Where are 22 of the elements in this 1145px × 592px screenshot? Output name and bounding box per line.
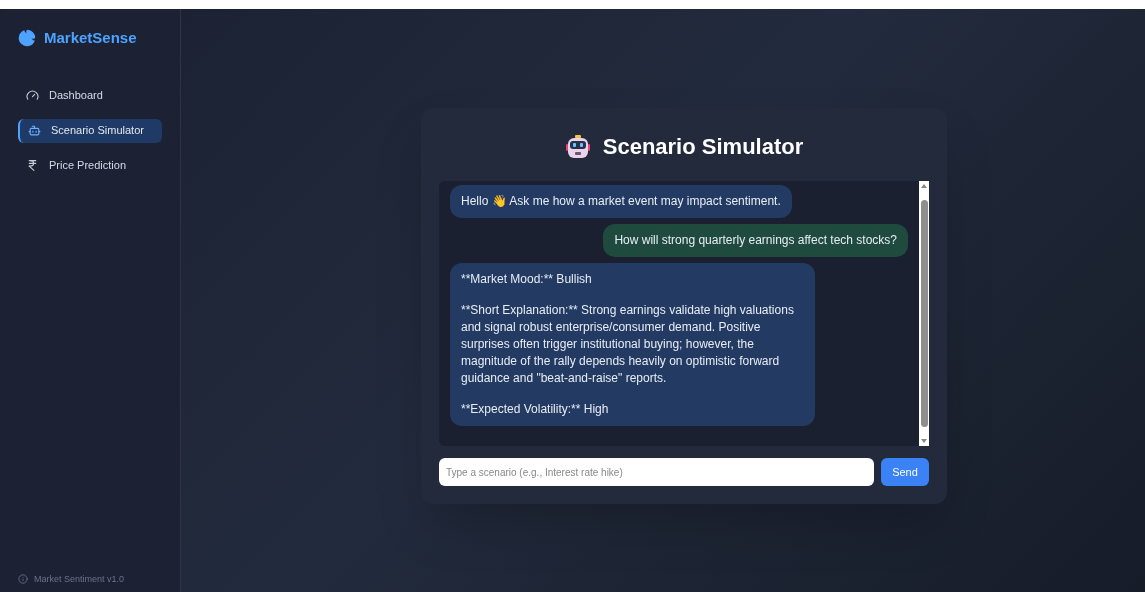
message-text: **Short Explanation:** Strong earnings validate high valuations and signal robust enterprise/consumer demand. Positive surprises often trigger institutional buying; however, the magnitude of the rally depends heavily on optimistic forward guidance and "beat-and-raise" reports. — [461, 302, 795, 387]
panel-title: Scenario Simulator — [602, 133, 804, 161]
version-label: Market Sentiment v1.0 — [34, 572, 125, 586]
message-text: Hello 👋 Ask me how a market event may impact sentiment. — [461, 193, 781, 210]
message-text: **Expected Volatility:** High — [461, 401, 610, 418]
scroll-down-icon[interactable] — [921, 439, 927, 443]
scrollbar-thumb[interactable] — [920, 200, 928, 427]
info-icon — [18, 574, 28, 585]
robot-icon — [28, 124, 41, 137]
logo-icon — [18, 29, 36, 48]
gauge-icon — [26, 89, 39, 102]
message-text: **Market Mood:** Bullish — [461, 271, 593, 288]
send-button[interactable]: Send — [881, 458, 929, 486]
nav-item[interactable]: Price Prediction — [18, 153, 162, 178]
rupee-icon — [26, 159, 39, 172]
scenario-input[interactable]: Type a scenario (e.g., Interest rate hike) — [439, 458, 874, 486]
nav-item[interactable]: Scenario Simulator — [18, 118, 162, 143]
scroll-up-icon[interactable] — [921, 184, 927, 188]
robot-icon — [564, 133, 591, 160]
nav-item[interactable]: Dashboard — [18, 83, 162, 108]
message-text: How will strong quarterly earnings affect tech stocks? — [614, 232, 897, 249]
brand-name: MarketSense — [44, 28, 137, 48]
